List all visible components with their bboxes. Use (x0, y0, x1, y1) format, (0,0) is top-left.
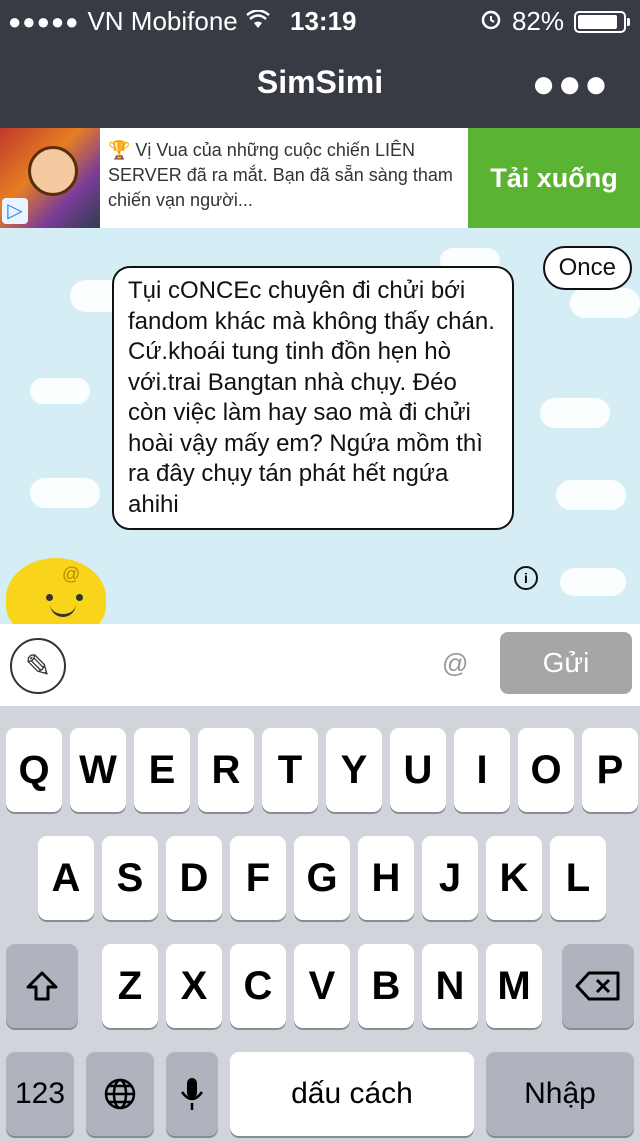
key-e[interactable]: E (134, 728, 190, 812)
return-key[interactable]: Nhập (486, 1052, 634, 1136)
adchoices-icon[interactable]: ▷ (2, 198, 28, 224)
simsimi-reply-bubble[interactable]: Tụi cONCEc chuyên đi chửi bới fandom khá… (112, 266, 514, 530)
input-bar: ✎ @ Gửi (0, 624, 640, 706)
key-l[interactable]: L (550, 836, 606, 920)
key-b[interactable]: B (358, 944, 414, 1028)
clock-label: 13:19 (290, 6, 357, 36)
dictation-key[interactable] (166, 1052, 218, 1136)
key-a[interactable]: A (38, 836, 94, 920)
mention-icon[interactable]: @ (442, 648, 468, 679)
shift-key[interactable] (6, 944, 78, 1028)
info-icon[interactable]: i (514, 566, 538, 590)
status-bar: ●●●●● VN Mobifone 13:19 82% (0, 0, 640, 40)
numbers-key[interactable]: 123 (6, 1052, 74, 1136)
pencil-icon[interactable]: ✎ (10, 638, 66, 694)
key-p[interactable]: P (582, 728, 638, 812)
key-v[interactable]: V (294, 944, 350, 1028)
key-q[interactable]: Q (6, 728, 62, 812)
carrier-label: VN Mobifone (87, 6, 238, 36)
key-x[interactable]: X (166, 944, 222, 1028)
ad-banner[interactable]: ▷ 🏆 Vị Vua của những cuộc chiến LIÊN SER… (0, 128, 640, 228)
simsimi-avatar: @ (6, 558, 106, 624)
key-c[interactable]: C (230, 944, 286, 1028)
battery-icon (574, 10, 630, 33)
more-options-icon[interactable]: ●●● (532, 62, 610, 107)
user-message-bubble[interactable]: Once (542, 246, 632, 290)
key-g[interactable]: G (294, 836, 350, 920)
chat-area: Once Tụi cONCEc chuyên đi chửi bới fando… (0, 228, 640, 624)
key-h[interactable]: H (358, 836, 414, 920)
key-w[interactable]: W (70, 728, 126, 812)
key-z[interactable]: Z (102, 944, 158, 1028)
signal-icon: ●●●●● (8, 8, 80, 34)
battery-percent: 82% (511, 6, 564, 36)
key-d[interactable]: D (166, 836, 222, 920)
nav-bar: SimSimi ●●● (0, 40, 640, 128)
send-button[interactable]: Gửi (500, 632, 632, 694)
key-f[interactable]: F (230, 836, 286, 920)
key-n[interactable]: N (422, 944, 478, 1028)
globe-key[interactable] (86, 1052, 154, 1136)
key-m[interactable]: M (486, 944, 542, 1028)
key-r[interactable]: R (198, 728, 254, 812)
backspace-key[interactable] (562, 944, 634, 1028)
shift-icon (26, 971, 58, 1001)
ad-thumbnail[interactable]: ▷ (0, 128, 100, 228)
ad-text[interactable]: 🏆 Vị Vua của những cuộc chiến LIÊN SERVE… (108, 138, 460, 213)
key-j[interactable]: J (422, 836, 478, 920)
microphone-icon (180, 1078, 204, 1110)
space-key[interactable]: dấu cách (230, 1052, 474, 1136)
wifi-icon (245, 6, 270, 37)
key-y[interactable]: Y (326, 728, 382, 812)
keyboard: Q W E R T Y U I O P A S D F G H J K L Z X C V B N M 123 dấu cách Nhậ… (0, 706, 640, 1136)
alarm-icon (480, 6, 502, 37)
trophy-icon: 🏆 (108, 140, 136, 160)
globe-icon (104, 1078, 136, 1110)
key-k[interactable]: K (486, 836, 542, 920)
key-o[interactable]: O (518, 728, 574, 812)
download-button[interactable]: Tải xuống (468, 128, 640, 228)
key-t[interactable]: T (262, 728, 318, 812)
key-s[interactable]: S (102, 836, 158, 920)
backspace-icon (575, 971, 620, 1001)
key-u[interactable]: U (390, 728, 446, 812)
key-i[interactable]: I (454, 728, 510, 812)
